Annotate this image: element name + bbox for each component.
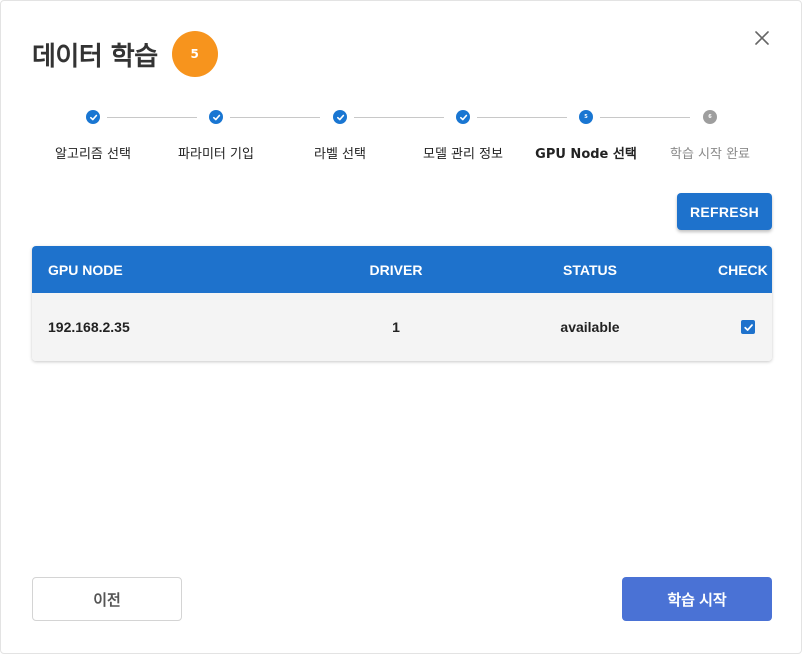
step-connector (230, 117, 320, 118)
cell-gpu-node: 192.168.2.35 (48, 319, 130, 335)
start-training-button[interactable]: 학습 시작 (622, 577, 772, 621)
step-4-indicator (456, 110, 470, 124)
gpu-node-table: GPU NODE DRIVER STATUS CHECK 192.168.2.3… (32, 246, 772, 361)
check-icon (212, 114, 220, 120)
step-1-label: 알고리즘 선택 (55, 147, 131, 162)
row-checkbox[interactable] (741, 320, 755, 334)
step-connector (600, 117, 690, 118)
close-button[interactable] (753, 29, 771, 47)
step-3-label: 라벨 선택 (314, 147, 366, 162)
step-number: 5 (584, 113, 588, 120)
stepper: 5 6 알고리즘 선택 파라미터 기입 라벨 선택 모델 관리 정보 GPU N… (32, 105, 772, 165)
step-5-label: GPU Node 선택 (535, 147, 637, 162)
step-6-label: 학습 시작 완료 (669, 147, 751, 162)
step-connector (354, 117, 444, 118)
dialog-title: 데이터 학습 (32, 41, 158, 72)
column-header-driver: DRIVER (369, 261, 423, 278)
step-5-indicator: 5 (579, 110, 593, 124)
table-row[interactable]: 192.168.2.35 1 available (32, 293, 772, 361)
step-badge: 5 (171, 31, 218, 77)
step-number: 6 (708, 113, 712, 120)
step-2-indicator (209, 110, 223, 124)
cell-driver: 1 (392, 319, 400, 335)
previous-button[interactable]: 이전 (32, 577, 182, 621)
step-3-indicator (333, 110, 347, 124)
check-icon (459, 114, 467, 120)
step-connector (107, 117, 197, 118)
close-icon (755, 31, 769, 45)
step-connector (477, 117, 567, 118)
dialog-header: 데이터 학습 5 (32, 31, 218, 77)
step-1-indicator (86, 110, 100, 124)
cell-status: available (560, 319, 620, 335)
step-4-label: 모델 관리 정보 (422, 147, 504, 162)
column-header-status: STATUS (563, 261, 617, 278)
step-6-indicator: 6 (703, 110, 717, 124)
table-header: GPU NODE DRIVER STATUS CHECK (32, 246, 772, 293)
train-dialog: 데이터 학습 5 5 6 알고리즘 선택 파라미터 기입 라벨 선택 모델 관리… (0, 0, 802, 654)
checkbox-checked-icon (743, 323, 753, 331)
step-2-label: 파라미터 기입 (178, 147, 254, 162)
column-header-gpu-node: GPU NODE (48, 261, 123, 278)
column-header-check: CHECK (718, 261, 768, 278)
refresh-button[interactable]: REFRESH (677, 193, 772, 230)
check-icon (336, 114, 344, 120)
check-icon (89, 114, 97, 120)
cell-check (718, 320, 772, 334)
